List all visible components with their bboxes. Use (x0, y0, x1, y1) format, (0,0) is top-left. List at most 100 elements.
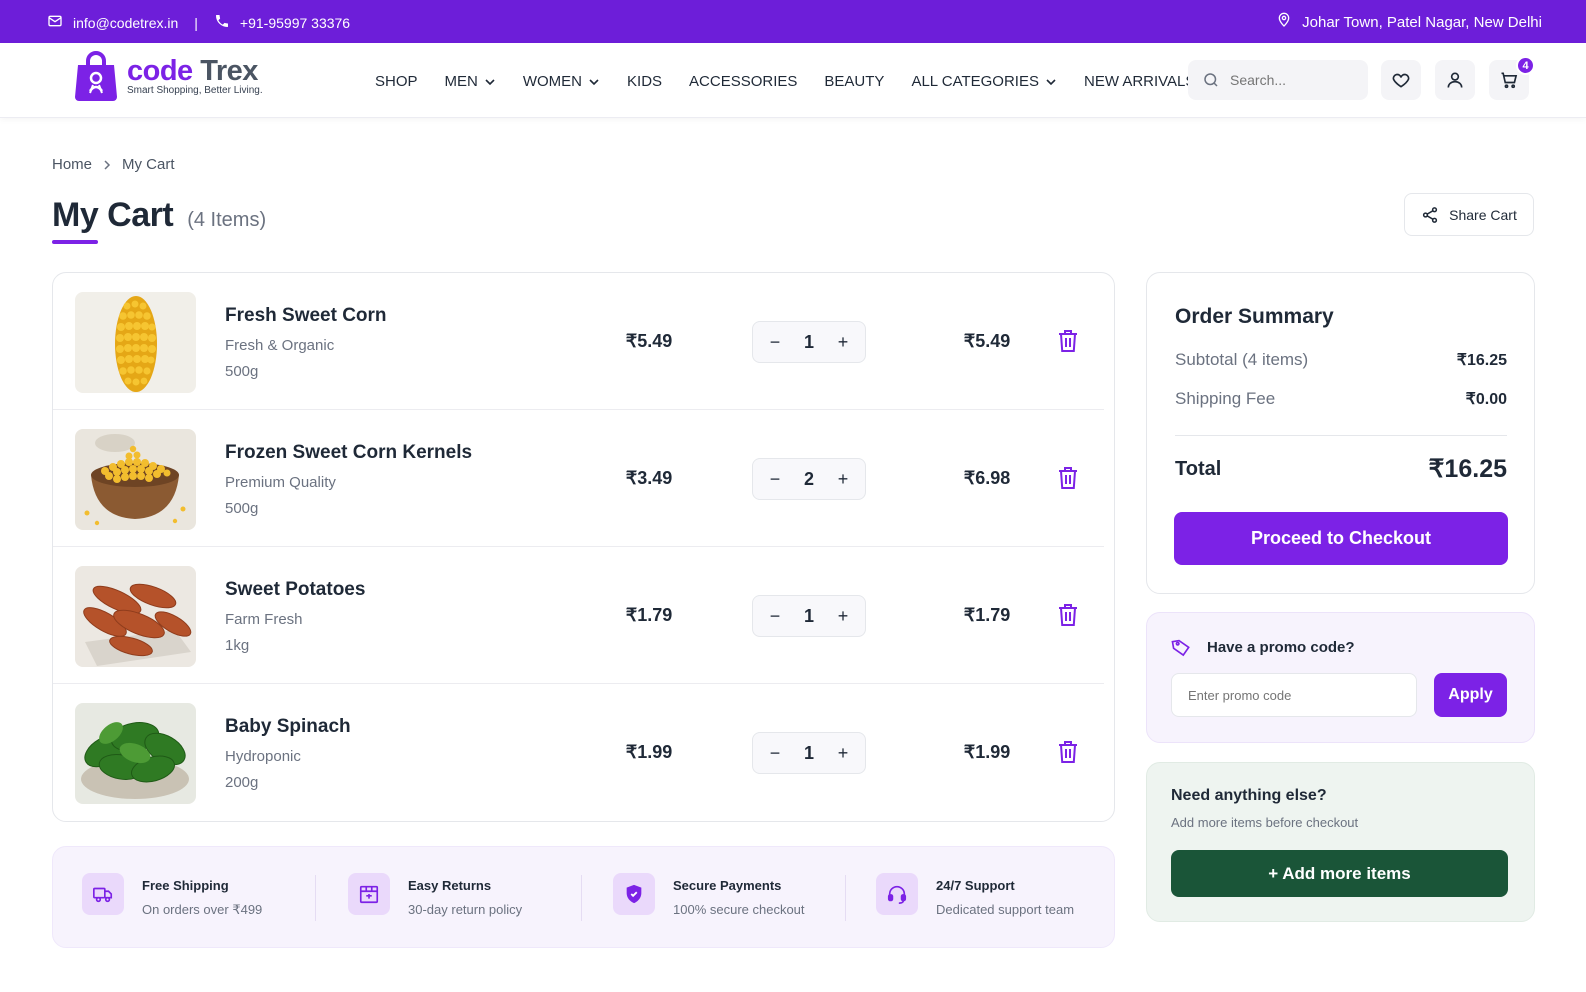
quantity-stepper: − 1 + (752, 732, 866, 774)
user-icon (1447, 72, 1463, 88)
subtotal-value: ₹16.25 (1456, 352, 1507, 369)
breadcrumb-home[interactable]: Home (52, 156, 92, 173)
cart-icon (1501, 72, 1518, 89)
cart-button[interactable]: 4 (1489, 56, 1535, 100)
add-more-title: Need anything else? (1171, 787, 1327, 804)
proceed-to-checkout-button[interactable]: Proceed to Checkout (1174, 512, 1508, 565)
brand-logo[interactable]: code Trex Smart Shopping, Better Living. (73, 51, 263, 101)
add-more-panel: Need anything else? Add more items befor… (1146, 762, 1535, 922)
store-features-bar: Free Shipping On orders over ₹499 Easy R… (52, 846, 1115, 948)
feature-subtitle: 30-day return policy (408, 902, 523, 917)
cart-count-badge: 4 (1516, 56, 1535, 75)
feature-divider (581, 875, 582, 921)
feature-support: 24/7 Support Dedicated support team (876, 873, 1074, 917)
feature-easy-returns: Easy Returns 30-day return policy (348, 873, 522, 917)
unit-price: ₹5.49 (625, 331, 673, 351)
contact-separator: | (194, 14, 198, 31)
page-title: My Cart (52, 196, 174, 234)
feature-divider (315, 875, 316, 921)
share-cart-button[interactable]: Share Cart (1404, 193, 1534, 236)
product-name[interactable]: Fresh Sweet Corn (225, 305, 387, 327)
contact-phone[interactable]: +91-95997 33376 (240, 15, 350, 31)
nav-item-accessories[interactable]: ACCESSORIES (689, 73, 797, 90)
shield-icon (613, 873, 655, 915)
feature-divider (845, 875, 846, 921)
quantity-value: 1 (803, 742, 814, 763)
trash-icon (1059, 330, 1077, 352)
promo-code-input[interactable] (1171, 673, 1417, 717)
remove-item-button[interactable] (1057, 329, 1081, 355)
product-weight: 1kg (225, 637, 250, 654)
quantity-stepper: − 2 + (752, 458, 866, 500)
nav-item-new-arrivals[interactable]: NEW ARRIVALS (1084, 73, 1195, 90)
contact-info: info@codetrex.in | +91-95997 33376 (47, 13, 350, 32)
product-image-corn[interactable] (75, 292, 196, 393)
chevron-down-icon (1046, 78, 1056, 85)
feature-title: Free Shipping (142, 878, 229, 893)
product-image-sweet-potatoes[interactable] (75, 566, 196, 667)
search-icon (1204, 73, 1218, 87)
cart-item-row: Sweet Potatoes Farm Fresh 1kg ₹1.79 − 1 … (53, 547, 1116, 684)
increase-quantity-button[interactable]: + (833, 332, 853, 353)
remove-item-button[interactable] (1057, 466, 1081, 492)
tag-icon (1171, 639, 1190, 657)
product-name[interactable]: Baby Spinach (225, 716, 351, 738)
product-image-spinach[interactable] (75, 703, 196, 804)
nav-item-beauty[interactable]: BEAUTY (824, 73, 884, 90)
main-header: code Trex Smart Shopping, Better Living.… (0, 43, 1586, 118)
product-description: Hydroponic (225, 748, 301, 765)
promo-header: Have a promo code? (1171, 637, 1355, 657)
decrease-quantity-button[interactable]: − (765, 743, 785, 764)
product-description: Fresh & Organic (225, 337, 335, 354)
subtotal-label: Subtotal (4 items) (1175, 350, 1309, 369)
remove-item-button[interactable] (1057, 603, 1081, 629)
nav-item-shop[interactable]: SHOP (375, 73, 418, 90)
product-description: Premium Quality (225, 474, 336, 491)
total-row: Total ₹16.25 (1175, 454, 1507, 484)
brand-tagline: Smart Shopping, Better Living. (127, 85, 263, 96)
chevron-down-icon (485, 78, 495, 85)
location-pin-icon (1276, 12, 1292, 32)
unit-price: ₹1.79 (625, 605, 673, 625)
shipping-value: ₹0.00 (1465, 391, 1507, 408)
trash-icon (1059, 741, 1077, 763)
add-more-items-button[interactable]: + Add more items (1171, 850, 1508, 897)
title-underline (52, 240, 98, 244)
trash-icon (1059, 604, 1077, 626)
nav-item-all-categories[interactable]: ALL CATEGORIES (911, 73, 1057, 90)
feature-title: Easy Returns (408, 878, 492, 893)
product-image-corn-kernels[interactable] (75, 429, 196, 530)
feature-secure-payments: Secure Payments 100% secure checkout (613, 873, 805, 917)
increase-quantity-button[interactable]: + (833, 469, 853, 490)
quantity-value: 1 (803, 605, 814, 626)
contact-email[interactable]: info@codetrex.in (73, 15, 178, 31)
nav-item-men[interactable]: MEN (445, 73, 496, 90)
heart-icon (1392, 73, 1410, 88)
brand-name: code Trex (127, 55, 258, 87)
feature-title: 24/7 Support (936, 878, 1015, 893)
decrease-quantity-button[interactable]: − (765, 606, 785, 627)
increase-quantity-button[interactable]: + (833, 743, 853, 764)
product-weight: 200g (225, 774, 259, 791)
wishlist-button[interactable] (1381, 60, 1421, 100)
apply-promo-button[interactable]: Apply (1434, 673, 1507, 717)
add-more-subtitle: Add more items before checkout (1171, 815, 1359, 830)
product-weight: 500g (225, 500, 259, 517)
increase-quantity-button[interactable]: + (833, 606, 853, 627)
search-input[interactable] (1230, 72, 1350, 88)
quantity-stepper: − 1 + (752, 595, 866, 637)
decrease-quantity-button[interactable]: − (765, 332, 785, 353)
feature-subtitle: 100% secure checkout (673, 902, 805, 917)
product-name[interactable]: Frozen Sweet Corn Kernels (225, 442, 472, 464)
trash-icon (1059, 467, 1077, 489)
decrease-quantity-button[interactable]: − (765, 469, 785, 490)
product-name[interactable]: Sweet Potatoes (225, 579, 365, 601)
remove-item-button[interactable] (1057, 740, 1081, 766)
shopping-bag-logo-icon (73, 51, 119, 101)
account-button[interactable] (1435, 60, 1475, 100)
search-box[interactable] (1188, 60, 1368, 100)
unit-price: ₹3.49 (625, 468, 673, 488)
feature-title: Secure Payments (673, 878, 782, 893)
nav-item-kids[interactable]: KIDS (627, 73, 662, 90)
nav-item-women[interactable]: WOMEN (523, 73, 600, 90)
